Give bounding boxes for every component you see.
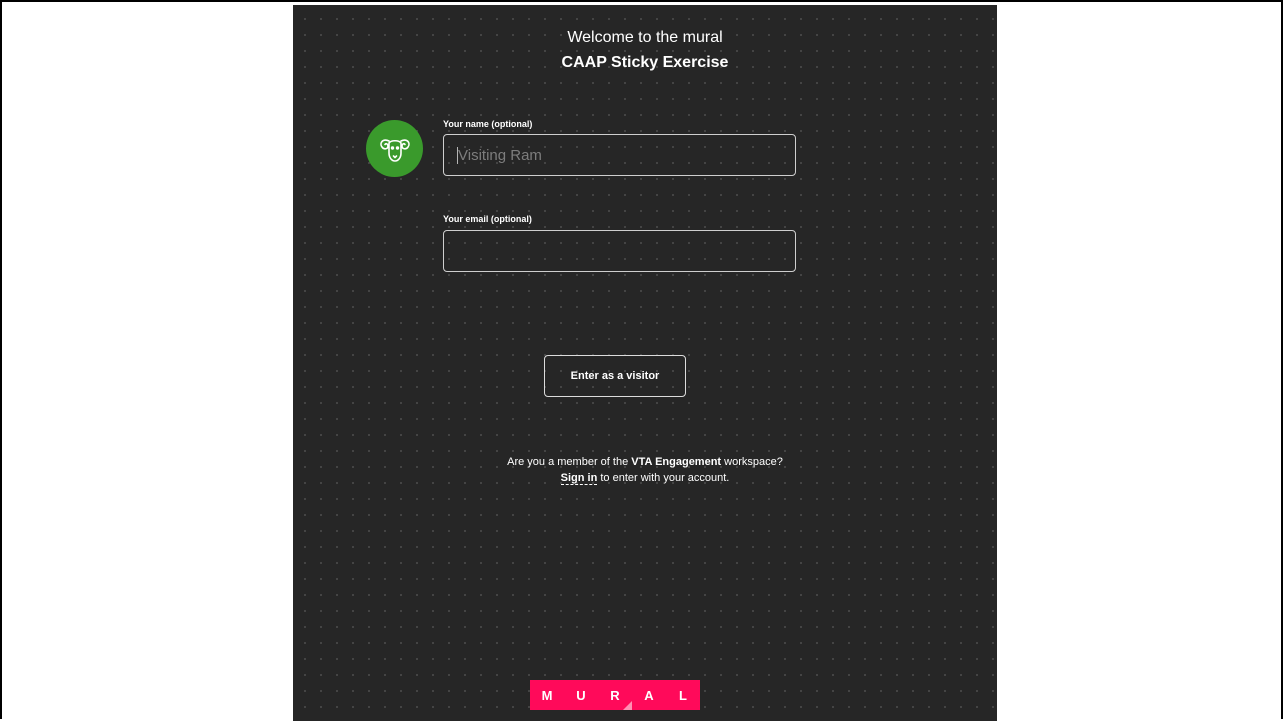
logo-letter: R <box>598 680 632 710</box>
text-caret <box>457 147 458 164</box>
member-prompt-suffix: workspace? <box>721 456 783 468</box>
ram-icon <box>379 138 410 162</box>
workspace-name: VTA Engagement <box>631 456 722 468</box>
enter-as-visitor-button[interactable]: Enter as a visitor <box>544 355 686 397</box>
email-field-label: Your email (optional) <box>443 214 532 224</box>
page-frame: Welcome to the mural CAAP Sticky Exercis… <box>0 0 1283 721</box>
welcome-heading: Welcome to the mural <box>567 29 723 46</box>
logo-letter: U <box>564 680 598 710</box>
mural-logo: M U R A L <box>530 680 700 710</box>
workspace-member-prompt: Are you a member of the VTA Engagement w… <box>293 455 997 470</box>
logo-letter: M <box>530 680 564 710</box>
member-prompt-text: Are you a member of the <box>507 456 632 468</box>
welcome-panel: Welcome to the mural CAAP Sticky Exercis… <box>293 5 997 721</box>
email-input[interactable] <box>443 230 796 272</box>
sign-in-prompt: Sign in to enter with your account. <box>293 471 997 486</box>
name-field-label: Your name (optional) <box>443 119 533 129</box>
mural-title: CAAP Sticky Exercise <box>561 54 729 71</box>
visitor-avatar <box>366 120 423 177</box>
logo-letter: A <box>632 680 666 710</box>
name-input[interactable] <box>443 134 796 176</box>
sign-in-link[interactable]: Sign in <box>560 472 598 485</box>
sign-in-suffix: to enter with your account. <box>597 472 730 484</box>
logo-letter: L <box>666 680 700 710</box>
